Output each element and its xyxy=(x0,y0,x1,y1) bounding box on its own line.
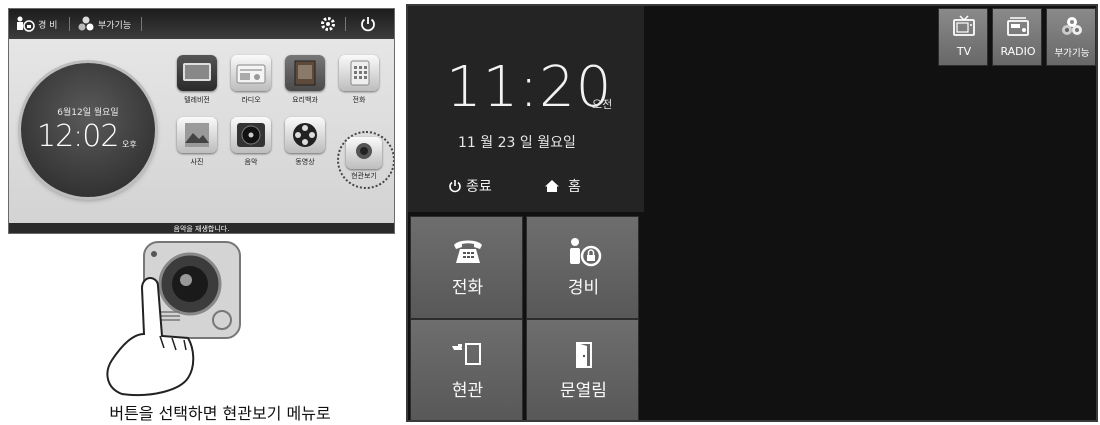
security-tab-label: 경 비 xyxy=(38,20,58,31)
tile-label: 문열림 xyxy=(560,381,607,401)
app-photos[interactable] xyxy=(177,117,217,153)
tile-icon-wrap xyxy=(411,340,524,370)
extra-features-label: 부가기능 xyxy=(98,20,132,31)
clock-widget: 6월12일 월요일 12:02 오후 xyxy=(21,63,155,197)
tile-icon-wrap xyxy=(527,237,640,267)
clock-time: 11:20 xyxy=(446,55,613,120)
status-message: 음악을 재생합니다. xyxy=(9,223,394,233)
security-tile[interactable]: 경비 xyxy=(526,216,639,319)
gear-icon[interactable] xyxy=(319,15,337,33)
recipe-book-icon xyxy=(294,60,316,86)
tile-label: 경비 xyxy=(567,278,600,298)
extra-features-icon xyxy=(1062,17,1082,35)
app-radio[interactable] xyxy=(231,55,271,91)
highlight-circle xyxy=(337,131,394,189)
television-icon xyxy=(183,63,211,81)
door-view-button-illustration xyxy=(106,241,241,396)
divider xyxy=(141,17,142,31)
radio-icon xyxy=(236,64,266,84)
app-label: 전화 xyxy=(352,96,366,104)
manual-screen-illustration: 경 비 부가기능 6월12일 월요일 12:02 오후 텔레비전 라디오 요리백… xyxy=(8,8,395,234)
entrance-tile[interactable]: 현관 xyxy=(410,319,524,420)
topbtn-label: TV xyxy=(956,45,972,58)
clock-panel: 11:20 오전 11 월 23 일 월요일 종료 홈 xyxy=(408,6,644,212)
security-lock-icon xyxy=(569,238,601,267)
radio-button[interactable]: RADIO xyxy=(992,8,1042,66)
radio-icon xyxy=(1007,17,1029,36)
app-label: 사진 xyxy=(190,158,204,166)
tile-label: 전화 xyxy=(451,278,484,298)
photo-icon xyxy=(185,123,209,147)
divider xyxy=(345,17,346,31)
door-open-tile[interactable]: 문열림 xyxy=(526,319,640,420)
app-music[interactable] xyxy=(231,117,271,153)
home-button[interactable]: 홈 xyxy=(544,176,581,196)
security-tab[interactable]: 경 비 xyxy=(15,9,57,39)
clock-time: 12:02 xyxy=(37,119,119,154)
tv-icon xyxy=(953,15,975,36)
home-icon xyxy=(545,180,559,192)
exit-label: 종료 xyxy=(466,179,492,195)
home-label: 홈 xyxy=(568,179,581,195)
extra-features-button[interactable]: 부가기능 xyxy=(1046,8,1096,66)
app-label: 음악 xyxy=(244,158,258,166)
tv-button[interactable]: TV xyxy=(938,8,988,66)
music-disc-icon xyxy=(237,123,265,147)
door-camera-icon xyxy=(451,343,481,365)
clock-date: 11 월 23 일 월요일 xyxy=(458,135,576,151)
manual-top-bar: 경 비 부가기능 xyxy=(9,9,394,39)
app-label: 라디오 xyxy=(241,96,261,104)
person-lock-icon xyxy=(17,16,35,32)
tile-label: 현관 xyxy=(451,381,484,401)
instruction-caption: 버튼을 선택하면 현관보기 메뉴로 xyxy=(109,404,331,423)
app-video[interactable] xyxy=(285,117,325,153)
app-label: 동영상 xyxy=(295,158,315,166)
clock-date: 6월12일 월요일 xyxy=(57,108,119,118)
app-label: 텔레비전 xyxy=(184,96,210,104)
app-television[interactable] xyxy=(177,55,217,91)
topbtn-icon-wrap xyxy=(993,15,1043,39)
door-open-icon xyxy=(575,342,592,368)
power-icon[interactable] xyxy=(359,15,377,33)
topbtn-label: 부가기능 xyxy=(1054,48,1090,59)
clock-ampm: 오후 xyxy=(122,140,137,149)
topbtn-icon-wrap xyxy=(939,15,989,39)
topbtn-icon-wrap xyxy=(1047,15,1096,39)
extra-features-icon xyxy=(78,16,94,31)
film-reel-icon xyxy=(293,123,317,147)
home-screen-body: 6월12일 월요일 12:02 오후 텔레비전 라디오 요리백과 전화 사진 음… xyxy=(9,39,394,223)
telephone-icon xyxy=(453,240,482,263)
app-recipes[interactable] xyxy=(285,55,325,91)
wallpad-screen: 11:20 오전 11 월 23 일 월요일 종료 홈 전화 경비 현관 문열림… xyxy=(406,4,1098,422)
topbtn-label: RADIO xyxy=(1000,45,1036,58)
extra-features-tab[interactable]: 부가기능 xyxy=(77,9,131,39)
phone-tile[interactable]: 전화 xyxy=(410,216,523,319)
tile-icon-wrap xyxy=(411,237,524,267)
power-icon xyxy=(449,180,461,193)
app-phone[interactable] xyxy=(339,55,379,91)
phone-keypad-icon xyxy=(350,60,370,86)
tile-icon-wrap xyxy=(527,340,640,370)
exit-button[interactable]: 종료 xyxy=(448,176,492,196)
divider xyxy=(69,17,70,31)
clock-ampm: 오전 xyxy=(592,98,613,111)
app-label: 요리백과 xyxy=(292,96,318,104)
